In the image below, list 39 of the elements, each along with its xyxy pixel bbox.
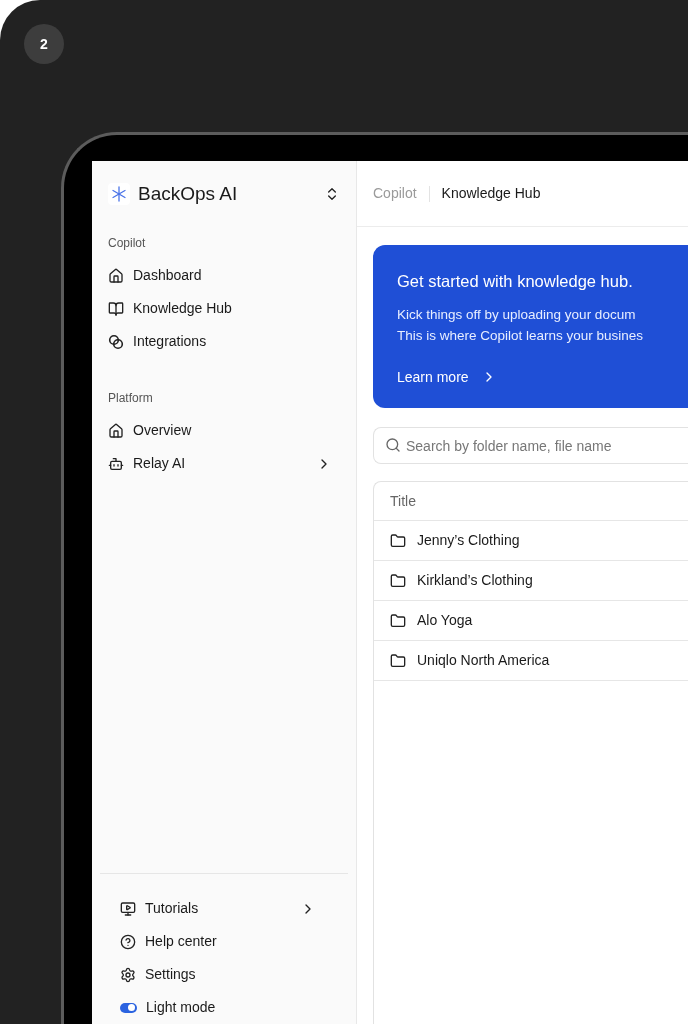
- folder-row[interactable]: Uniqlo North America: [374, 641, 688, 681]
- folder-icon: [390, 572, 406, 589]
- folder-row[interactable]: Alo Yoga: [374, 601, 688, 641]
- nav-item[interactable]: Knowledge Hub: [108, 292, 340, 325]
- banner-title: Get started with knowledge hub.: [397, 271, 634, 292]
- section-heading: Platform: [108, 390, 154, 407]
- folder-row[interactable]: Jenny’s Clothing: [374, 521, 688, 561]
- toggle-switch[interactable]: [120, 1002, 137, 1013]
- search-field[interactable]: Search by folder name, file name: [373, 427, 688, 464]
- banner-text: Kick things off by uploading your docum: [397, 305, 637, 324]
- banner-text: This is where Copilot learns your busines: [397, 326, 645, 345]
- nav-item[interactable]: Relay AI: [108, 447, 340, 480]
- footer-nav-item[interactable]: Help center: [120, 925, 328, 958]
- folder-icon: [390, 612, 406, 629]
- footer-nav-item[interactable]: Tutorials: [120, 892, 328, 925]
- linked-circles-icon: [108, 333, 124, 350]
- search-icon: [385, 437, 401, 453]
- column-header: Title: [390, 491, 416, 511]
- logo-icon: [108, 183, 130, 205]
- settings-icon: [120, 966, 136, 983]
- folder-row[interactable]: Kirkland’s Clothing: [374, 561, 688, 601]
- breadcrumb-item: Knowledge Hub: [441, 184, 541, 203]
- step-badge: 2: [24, 24, 64, 64]
- home-icon: [108, 267, 124, 284]
- folder-icon: [390, 532, 406, 549]
- learn-more-link[interactable]: Learn more: [397, 366, 497, 388]
- help-icon: [120, 933, 136, 950]
- nav-item[interactable]: Integrations: [108, 325, 340, 358]
- section-heading: Copilot: [108, 235, 147, 252]
- robot-icon: [108, 455, 124, 472]
- monitor-play-icon: [120, 900, 136, 917]
- footer-nav-item[interactable]: Settings: [120, 958, 328, 991]
- nav-item[interactable]: Dashboard: [108, 259, 340, 292]
- folder-icon: [390, 652, 406, 669]
- brand-name: BackOps AI: [138, 181, 238, 206]
- home-icon: [108, 422, 124, 439]
- theme-toggle-item[interactable]: Light mode: [120, 991, 328, 1024]
- book-icon: [108, 300, 124, 317]
- nav-item[interactable]: Overview: [108, 414, 340, 447]
